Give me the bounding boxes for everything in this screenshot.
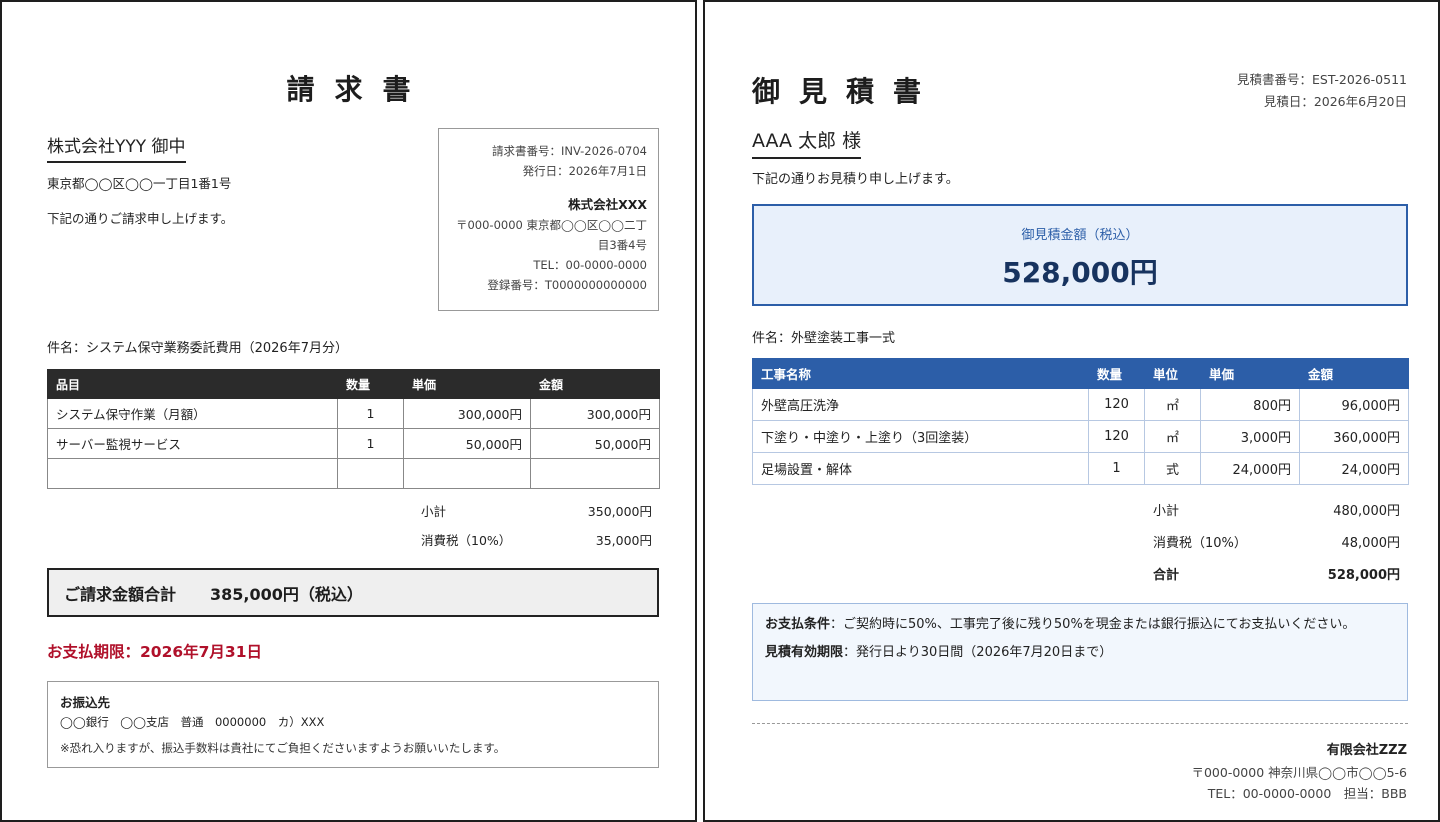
validity-text: ：発行日より30日間（2026年7月20日まで） <box>843 645 1113 660</box>
invoice-tax-value: 35,000円 <box>595 533 652 548</box>
estimate-subtotal-value: 480,000円 <box>1333 504 1400 519</box>
table-row: サーバー監視サービス 1 50,000円 50,000円 <box>47 428 660 459</box>
issuer-tel: TEL：00-0000-0000 <box>533 258 647 272</box>
item-name-cell <box>47 458 338 489</box>
amount-cell: 24,000円 <box>1299 452 1409 485</box>
unit-price-cell: 24,000円 <box>1200 452 1300 485</box>
column-header-work-name: 工事名称 <box>752 358 1089 389</box>
estimate-company-contact: TEL：00-0000-0000 担当：BBB <box>1207 786 1407 801</box>
column-header-amount: 金額 <box>530 369 660 399</box>
item-name-cell: サーバー監視サービス <box>47 428 338 459</box>
quantity-cell: 1 <box>337 398 404 429</box>
amount-cell: 300,000円 <box>530 398 660 429</box>
payment-terms-text: ：ご契約時に50%、工事完了後に残り50%を現金または銀行振込にてお支払いくださ… <box>830 617 1356 632</box>
unit-price-cell: 800円 <box>1200 388 1300 421</box>
column-header-quantity: 数量 <box>337 369 404 399</box>
quantity-cell <box>337 458 404 489</box>
estimate-tax-value: 48,000円 <box>1341 536 1401 551</box>
invoice-total-box: ご請求金額合計 385,000円（税込） <box>47 568 659 617</box>
estimate-subject: 件名：外壁塗装工事一式 <box>752 331 896 346</box>
estimate-number: 見積書番号：EST-2026-0511 <box>1237 72 1407 87</box>
estimate-client-name: AAA 太郎 様 <box>752 126 862 159</box>
footer-divider <box>752 723 1408 724</box>
bank-fee-note: ※恐れ入りますが、振込手数料は貴社にてご負担くださいますようお願いいたします。 <box>60 741 506 755</box>
column-header-item: 品目 <box>47 369 338 399</box>
quantity-cell: 1 <box>337 428 404 459</box>
invoice-subject: 件名：システム保守業務委託費用（2026年7月分） <box>47 341 348 356</box>
table-row: 足場設置・解体 1 式 24,000円 24,000円 <box>752 452 1409 485</box>
table-row <box>47 458 660 489</box>
invoice-total-label: ご請求金額合計 <box>64 584 177 604</box>
unit-price-cell <box>403 458 531 489</box>
quantity-cell: 120 <box>1088 420 1145 453</box>
invoice-subtotal-value: 350,000円 <box>587 504 652 519</box>
column-header-quantity: 数量 <box>1088 358 1145 389</box>
amount-cell: 96,000円 <box>1299 388 1409 421</box>
issuer-address: 〒000-0000 東京都◯◯区◯◯二丁目3番4号 <box>455 218 647 252</box>
unit-price-cell: 3,000円 <box>1200 420 1300 453</box>
estimate-amount-label: 御見積金額（税込） <box>1021 228 1139 243</box>
invoice-client-name: 株式会社YYY 御中 <box>47 132 186 163</box>
table-header-row: 工事名称 数量 単位 単価 金額 <box>752 358 1409 389</box>
invoice-items-table: 品目 数量 単価 金額 システム保守作業（月額） 1 300,000円 300,… <box>47 369 660 489</box>
invoice-document: 請求書 株式会社YYY 御中 東京都◯◯区◯◯一丁目1番1号 下記の通りご請求申… <box>0 0 697 822</box>
column-header-amount: 金額 <box>1299 358 1409 389</box>
estimate-amount-box: 御見積金額（税込） 528,000円 <box>752 204 1408 306</box>
bank-transfer-box: お振込先 ◯◯銀行 ◯◯支店 普通 0000000 カ）XXX ※恐れ入りますが… <box>47 681 659 768</box>
table-row: 外壁高圧洗浄 120 ㎡ 800円 96,000円 <box>752 388 1409 421</box>
invoice-total-value: 385,000円（税込） <box>210 584 363 604</box>
estimate-total-label: 合計 <box>1153 568 1180 583</box>
invoice-number: 請求書番号：INV-2026-0704 <box>491 144 647 158</box>
quantity-cell: 1 <box>1088 452 1145 485</box>
invoice-issue-date: 発行日：2026年7月1日 <box>522 164 647 178</box>
validity-label: 見積有効期限 <box>765 645 844 660</box>
work-name-cell: 下塗り・中塗り・上塗り（3回塗装） <box>752 420 1089 453</box>
work-name-cell: 足場設置・解体 <box>752 452 1089 485</box>
payment-deadline: お支払期限：2026年7月31日 <box>47 643 262 661</box>
column-header-unit: 単位 <box>1144 358 1201 389</box>
estimate-document: 御見積書 見積書番号：EST-2026-0511 見積日：2026年6月20日 … <box>703 0 1440 822</box>
amount-cell: 360,000円 <box>1299 420 1409 453</box>
invoice-message: 下記の通りご請求申し上げます。 <box>47 211 234 226</box>
unit-cell: 式 <box>1144 452 1201 485</box>
estimate-amount-value: 528,000円 <box>1002 256 1158 289</box>
item-name-cell: システム保守作業（月額） <box>47 398 338 429</box>
invoice-title: 請求書 <box>286 73 431 106</box>
estimate-date: 見積日：2026年6月20日 <box>1263 94 1407 109</box>
invoice-client-address: 東京都◯◯区◯◯一丁目1番1号 <box>47 176 232 191</box>
estimate-subtotal-label: 小計 <box>1153 504 1180 519</box>
amount-cell: 50,000円 <box>530 428 660 459</box>
invoice-subtotal-label: 小計 <box>421 504 447 519</box>
bank-details: ◯◯銀行 ◯◯支店 普通 0000000 カ）XXX <box>60 715 325 729</box>
quantity-cell: 120 <box>1088 388 1145 421</box>
estimate-company-name: 有限会社ZZZ <box>1326 743 1407 758</box>
work-name-cell: 外壁高圧洗浄 <box>752 388 1089 421</box>
table-header-row: 品目 数量 単価 金額 <box>47 369 660 399</box>
payment-terms: お支払条件：ご契約時に50%、工事完了後に残り50%を現金または銀行振込にてお支… <box>765 614 1395 636</box>
unit-cell: ㎡ <box>1144 388 1201 421</box>
unit-price-cell: 300,000円 <box>403 398 531 429</box>
estimate-message: 下記の通りお見積り申し上げます。 <box>752 172 959 187</box>
column-header-unit-price: 単価 <box>1200 358 1300 389</box>
validity-period: 見積有効期限：発行日より30日間（2026年7月20日まで） <box>765 642 1395 664</box>
estimate-company-address: 〒000-0000 神奈川県◯◯市◯◯5-6 <box>1191 765 1407 780</box>
estimate-items-table: 工事名称 数量 単位 単価 金額 外壁高圧洗浄 120 ㎡ 800円 96,00… <box>752 358 1409 485</box>
issuer-company-name: 株式会社XXX <box>568 197 647 212</box>
amount-cell <box>530 458 660 489</box>
estimate-total-value: 528,000円 <box>1327 568 1400 583</box>
issuer-registration-number: 登録番号：T0000000000000 <box>487 278 647 292</box>
estimate-title: 御見積書 <box>752 75 941 108</box>
bank-heading: お振込先 <box>60 695 111 710</box>
payment-terms-label: お支払条件 <box>765 617 831 632</box>
unit-cell: ㎡ <box>1144 420 1201 453</box>
table-row: 下塗り・中塗り・上塗り（3回塗装） 120 ㎡ 3,000円 360,000円 <box>752 420 1409 453</box>
estimate-tax-label: 消費税（10%） <box>1153 536 1247 551</box>
unit-price-cell: 50,000円 <box>403 428 531 459</box>
table-row: システム保守作業（月額） 1 300,000円 300,000円 <box>47 398 660 429</box>
column-header-unit-price: 単価 <box>403 369 531 399</box>
estimate-terms-box: お支払条件：ご契約時に50%、工事完了後に残り50%を現金または銀行振込にてお支… <box>752 603 1408 701</box>
invoice-tax-label: 消費税（10%） <box>421 533 512 548</box>
issuer-info-box: 請求書番号：INV-2026-0704 発行日：2026年7月1日 株式会社XX… <box>438 128 659 311</box>
